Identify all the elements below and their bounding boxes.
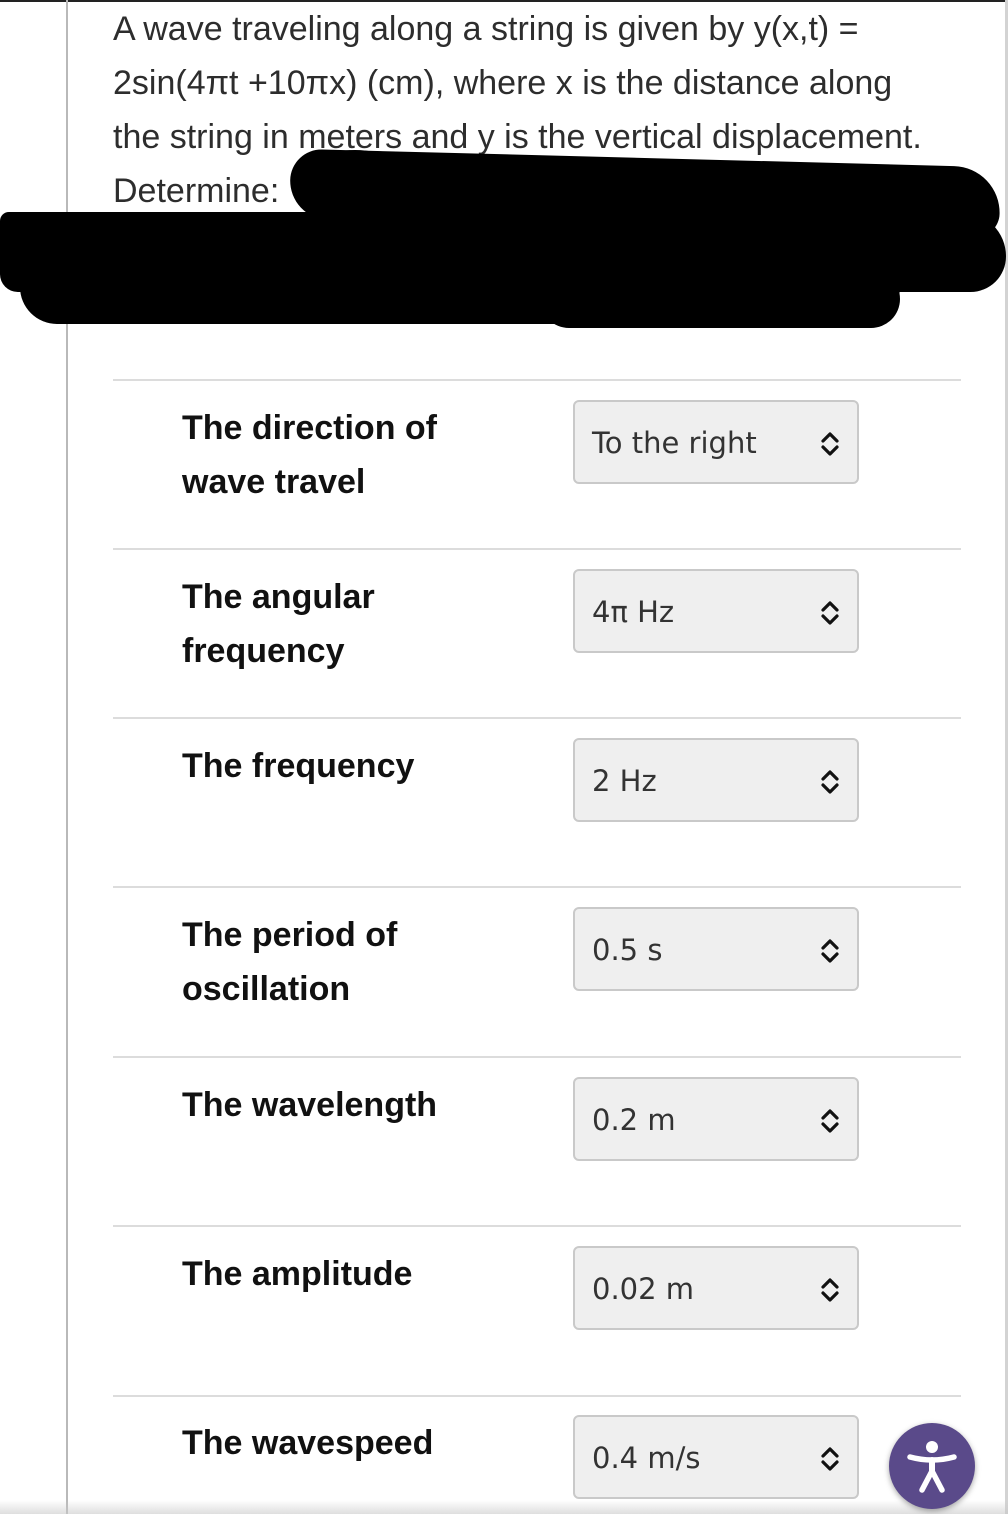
chevron-updown-icon bbox=[821, 770, 839, 794]
row-label: The wavespeed bbox=[182, 1424, 434, 1462]
answer-value: 4π Hz bbox=[592, 595, 675, 629]
row-divider bbox=[113, 548, 961, 550]
row-label: The period of oscillation bbox=[182, 916, 398, 1008]
row-label: The wavelength bbox=[182, 1086, 438, 1124]
answer-select[interactable]: 2 Hz bbox=[573, 738, 859, 822]
row-divider bbox=[113, 1225, 961, 1227]
answer-select[interactable]: 0.2 m bbox=[573, 1077, 859, 1161]
chevron-updown-icon bbox=[821, 939, 839, 963]
answer-select[interactable]: To the right bbox=[573, 400, 859, 484]
answer-select[interactable]: 0.02 m bbox=[573, 1246, 859, 1330]
accessibility-button[interactable] bbox=[889, 1423, 975, 1509]
row-label: The frequency bbox=[182, 747, 415, 785]
row-divider bbox=[113, 1395, 961, 1397]
chevron-updown-icon bbox=[821, 1278, 839, 1302]
chevron-updown-icon bbox=[821, 1447, 839, 1471]
bottom-shadow bbox=[0, 1500, 1008, 1514]
answer-select[interactable]: 0.4 m/s bbox=[573, 1415, 859, 1499]
answer-value: 0.2 m bbox=[592, 1103, 676, 1137]
answer-value: 2 Hz bbox=[592, 764, 657, 798]
row-divider bbox=[113, 1056, 961, 1058]
answer-value: 0.4 m/s bbox=[592, 1441, 701, 1475]
answer-select[interactable]: 4π Hz bbox=[573, 569, 859, 653]
answer-value: 0.02 m bbox=[592, 1272, 695, 1306]
row-label: The angular frequency bbox=[182, 578, 375, 670]
row-label: The amplitude bbox=[182, 1255, 413, 1293]
chevron-updown-icon bbox=[821, 1109, 839, 1133]
chevron-updown-icon bbox=[821, 432, 839, 456]
answer-value: To the right bbox=[592, 426, 757, 460]
question-line: 2sin(4πt +10πx) (cm), where x is the dis… bbox=[113, 64, 893, 102]
question-line: A wave traveling along a string is given… bbox=[113, 10, 859, 48]
answer-value: 0.5 s bbox=[592, 933, 663, 967]
accessibility-icon bbox=[907, 1441, 957, 1493]
row-divider bbox=[113, 886, 961, 888]
answer-select[interactable]: 0.5 s bbox=[573, 907, 859, 991]
chevron-updown-icon bbox=[821, 601, 839, 625]
row-label: The direction of wave travel bbox=[182, 409, 437, 501]
row-divider bbox=[113, 379, 961, 381]
row-divider bbox=[113, 717, 961, 719]
